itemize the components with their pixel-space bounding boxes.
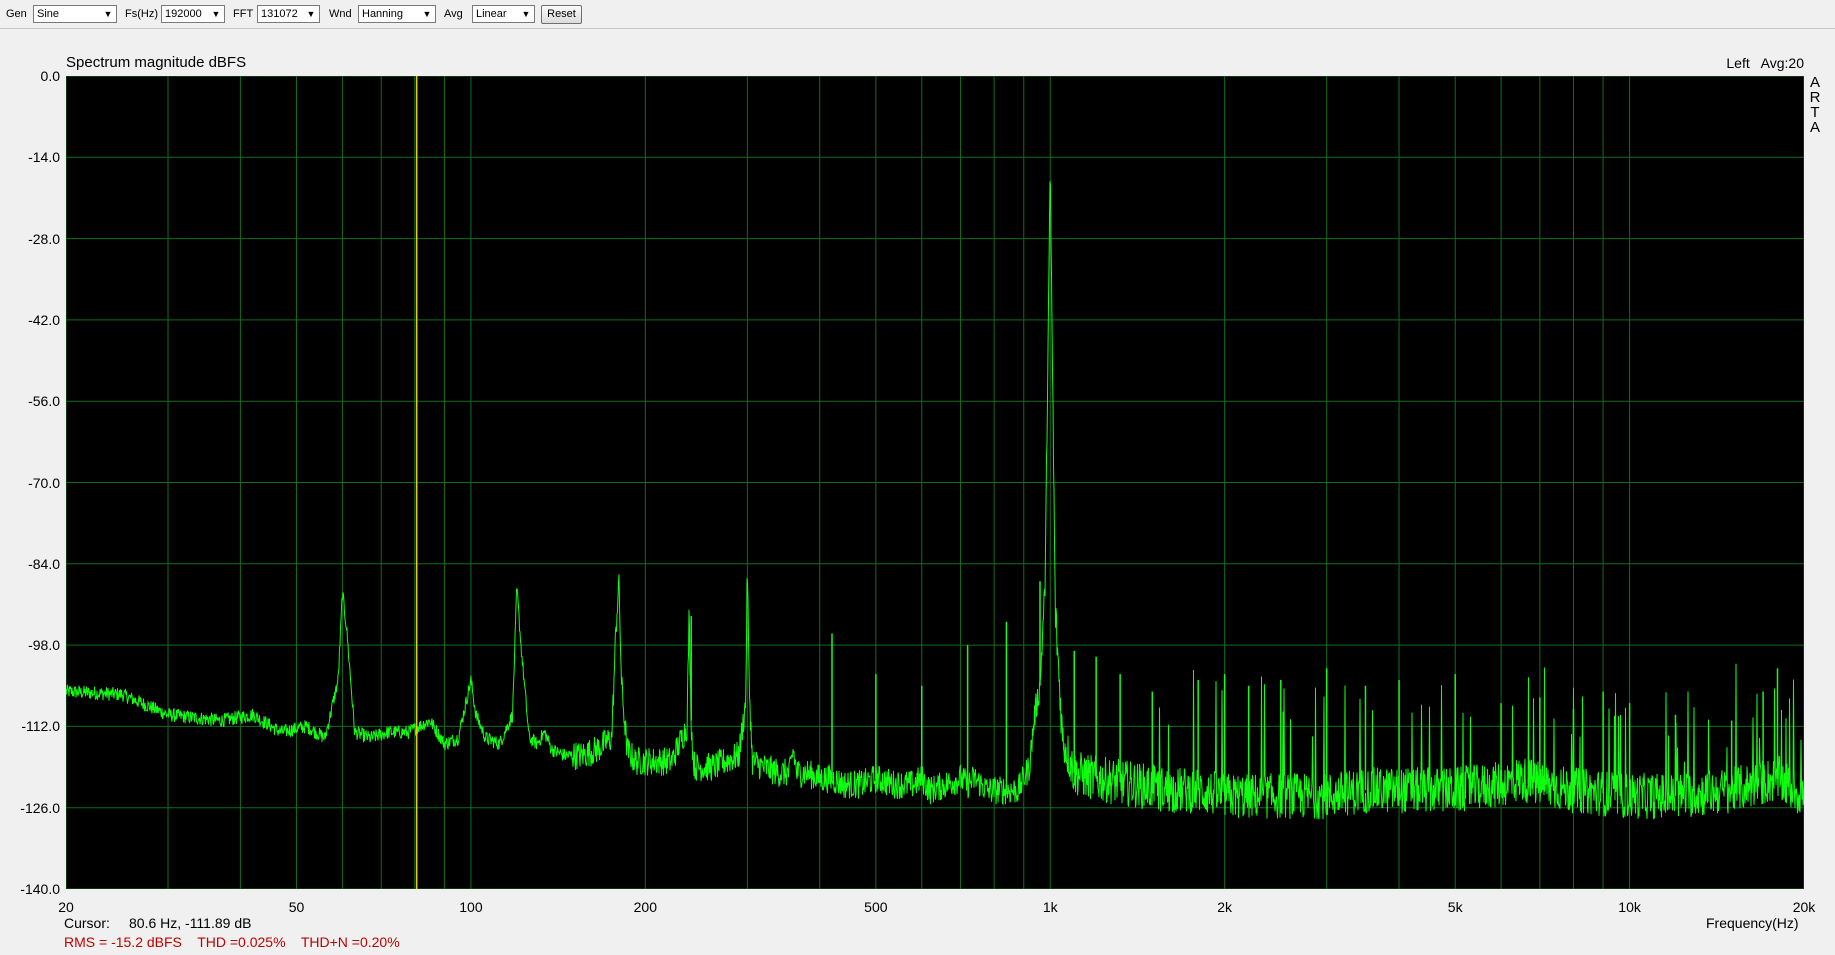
x-tick-label: 20 [58,899,74,915]
x-tick-label: 200 [633,899,658,915]
x-tick-label: 100 [459,899,483,915]
toolbar: Gen Sine ▼ Fs(Hz) 192000 ▼ FFT 131072 ▼ … [0,0,1835,29]
generator-select[interactable]: Sine ▼ [33,5,117,23]
sample-rate-select-value: 192000 [165,8,202,20]
thd-readout: THD =0.025% [197,934,286,950]
rms-readout: RMS = -15.2 dBFS [64,934,182,950]
avg-count: Avg:20 [1760,55,1804,71]
arta-letter: A [1809,119,1820,136]
fs-label: Fs(Hz) [125,8,158,20]
averaging-select[interactable]: Linear ▼ [472,5,535,23]
x-axis-label: Frequency(Hz) [1706,915,1799,931]
arta-letter: A [1809,74,1820,91]
generator-select-value: Sine [37,8,60,20]
x-tick-label: 10k [1618,899,1641,915]
chevron-down-icon: ▼ [521,9,531,19]
y-tick-label: -42.0 [28,311,60,328]
arta-logo: A R T A [1808,75,1822,135]
channel-label: Left [1726,55,1750,71]
measurement-stats: RMS = -15.2 dBFS THD =0.025% THD+N =0.20… [64,934,400,950]
x-tick-label: 2k [1217,899,1233,915]
x-tick-label: 1k [1042,899,1058,915]
x-tick-label: 50 [288,899,305,915]
cursor-label: Cursor: [64,915,110,931]
channel-avg-label: Left Avg:20 [1726,55,1804,71]
fft-size-select-value: 131072 [261,8,298,20]
y-tick-label: -28.0 [28,230,60,247]
chevron-down-icon: ▼ [306,9,316,19]
y-tick-label: -140.0 [20,881,60,897]
chevron-down-icon: ▼ [103,9,113,19]
sample-rate-select[interactable]: 192000 ▼ [161,5,225,23]
y-tick-label: -98.0 [28,637,60,654]
spectrum-plot[interactable] [66,76,1804,889]
x-tick-label: 20k [1792,899,1816,915]
window-label: Wnd [329,8,352,20]
fft-size-select[interactable]: 131072 ▼ [257,5,320,23]
averaging-select-value: Linear [476,8,507,20]
avg-label: Avg [444,8,463,20]
window-select-value: Hanning [362,8,403,20]
y-tick-label: -112.0 [21,718,60,735]
cursor-readout: 80.6 Hz, -111.89 dB [129,915,252,931]
x-tick-label: 5k [1447,899,1463,915]
chevron-down-icon: ▼ [422,9,432,19]
fft-label: FFT [233,8,254,20]
window-select[interactable]: Hanning ▼ [358,5,436,23]
arta-letter: T [1810,104,1820,121]
y-tick-label: 0.0 [40,68,60,84]
y-tick-label: -70.0 [28,474,60,491]
arta-letter: R [1809,89,1821,106]
y-tick-label: -84.0 [28,555,60,572]
y-tick-label: -14.0 [28,149,60,166]
chevron-down-icon: ▼ [211,9,221,19]
y-tick-label: -126.0 [20,799,60,816]
gen-label: Gen [6,8,27,20]
thdn-readout: THD+N =0.20% [300,934,400,950]
y-tick-label: -56.0 [28,393,60,410]
plot-title: Spectrum magnitude dBFS [66,54,247,71]
reset-button[interactable]: Reset [541,5,582,24]
x-tick-label: 500 [864,899,888,915]
